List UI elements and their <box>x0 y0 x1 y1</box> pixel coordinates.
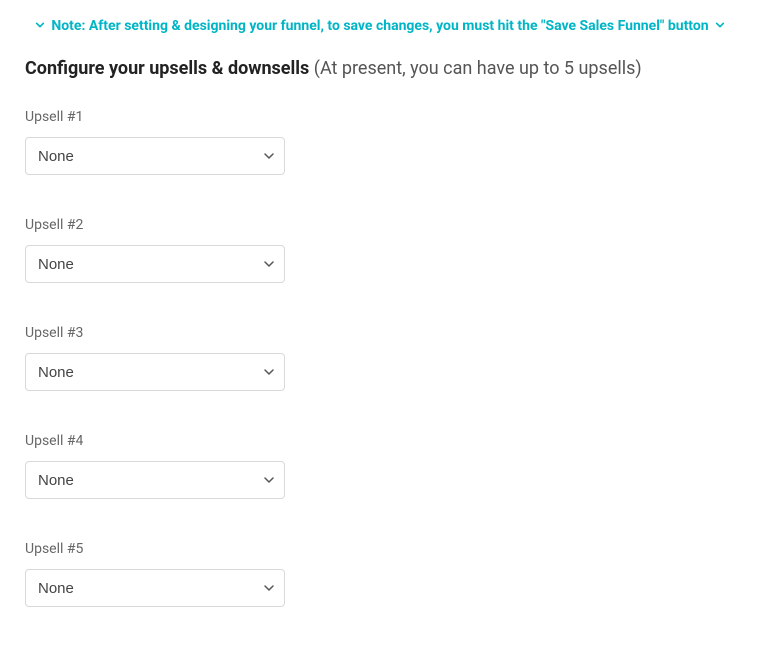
chevron-down-icon <box>715 20 725 32</box>
note-banner[interactable]: Note: After setting & designing your fun… <box>0 0 760 46</box>
content-area: Configure your upsells & downsells (At p… <box>0 46 760 669</box>
upsell-label: Upsell #5 <box>25 541 735 557</box>
upsell-label: Upsell #2 <box>25 217 735 233</box>
upsell-select-5[interactable]: None <box>25 569 285 607</box>
upsell-field-1: Upsell #1 None <box>25 109 735 175</box>
upsell-select-1[interactable]: None <box>25 137 285 175</box>
chevron-down-icon <box>35 20 45 32</box>
section-heading: Configure your upsells & downsells (At p… <box>25 56 735 81</box>
heading-subtitle: (At present, you can have up to 5 upsell… <box>314 58 642 79</box>
upsell-label: Upsell #1 <box>25 109 735 125</box>
note-text: Note: After setting & designing your fun… <box>51 18 708 34</box>
upsell-label: Upsell #4 <box>25 433 735 449</box>
upsell-label: Upsell #3 <box>25 325 735 341</box>
upsell-select-4[interactable]: None <box>25 461 285 499</box>
select-wrap: None <box>25 245 285 283</box>
heading-title: Configure your upsells & downsells <box>25 58 309 79</box>
select-wrap: None <box>25 461 285 499</box>
upsell-field-5: Upsell #5 None <box>25 541 735 607</box>
select-wrap: None <box>25 569 285 607</box>
upsell-field-2: Upsell #2 None <box>25 217 735 283</box>
upsell-select-2[interactable]: None <box>25 245 285 283</box>
upsell-select-3[interactable]: None <box>25 353 285 391</box>
upsell-field-4: Upsell #4 None <box>25 433 735 499</box>
select-wrap: None <box>25 137 285 175</box>
select-wrap: None <box>25 353 285 391</box>
upsell-field-3: Upsell #3 None <box>25 325 735 391</box>
